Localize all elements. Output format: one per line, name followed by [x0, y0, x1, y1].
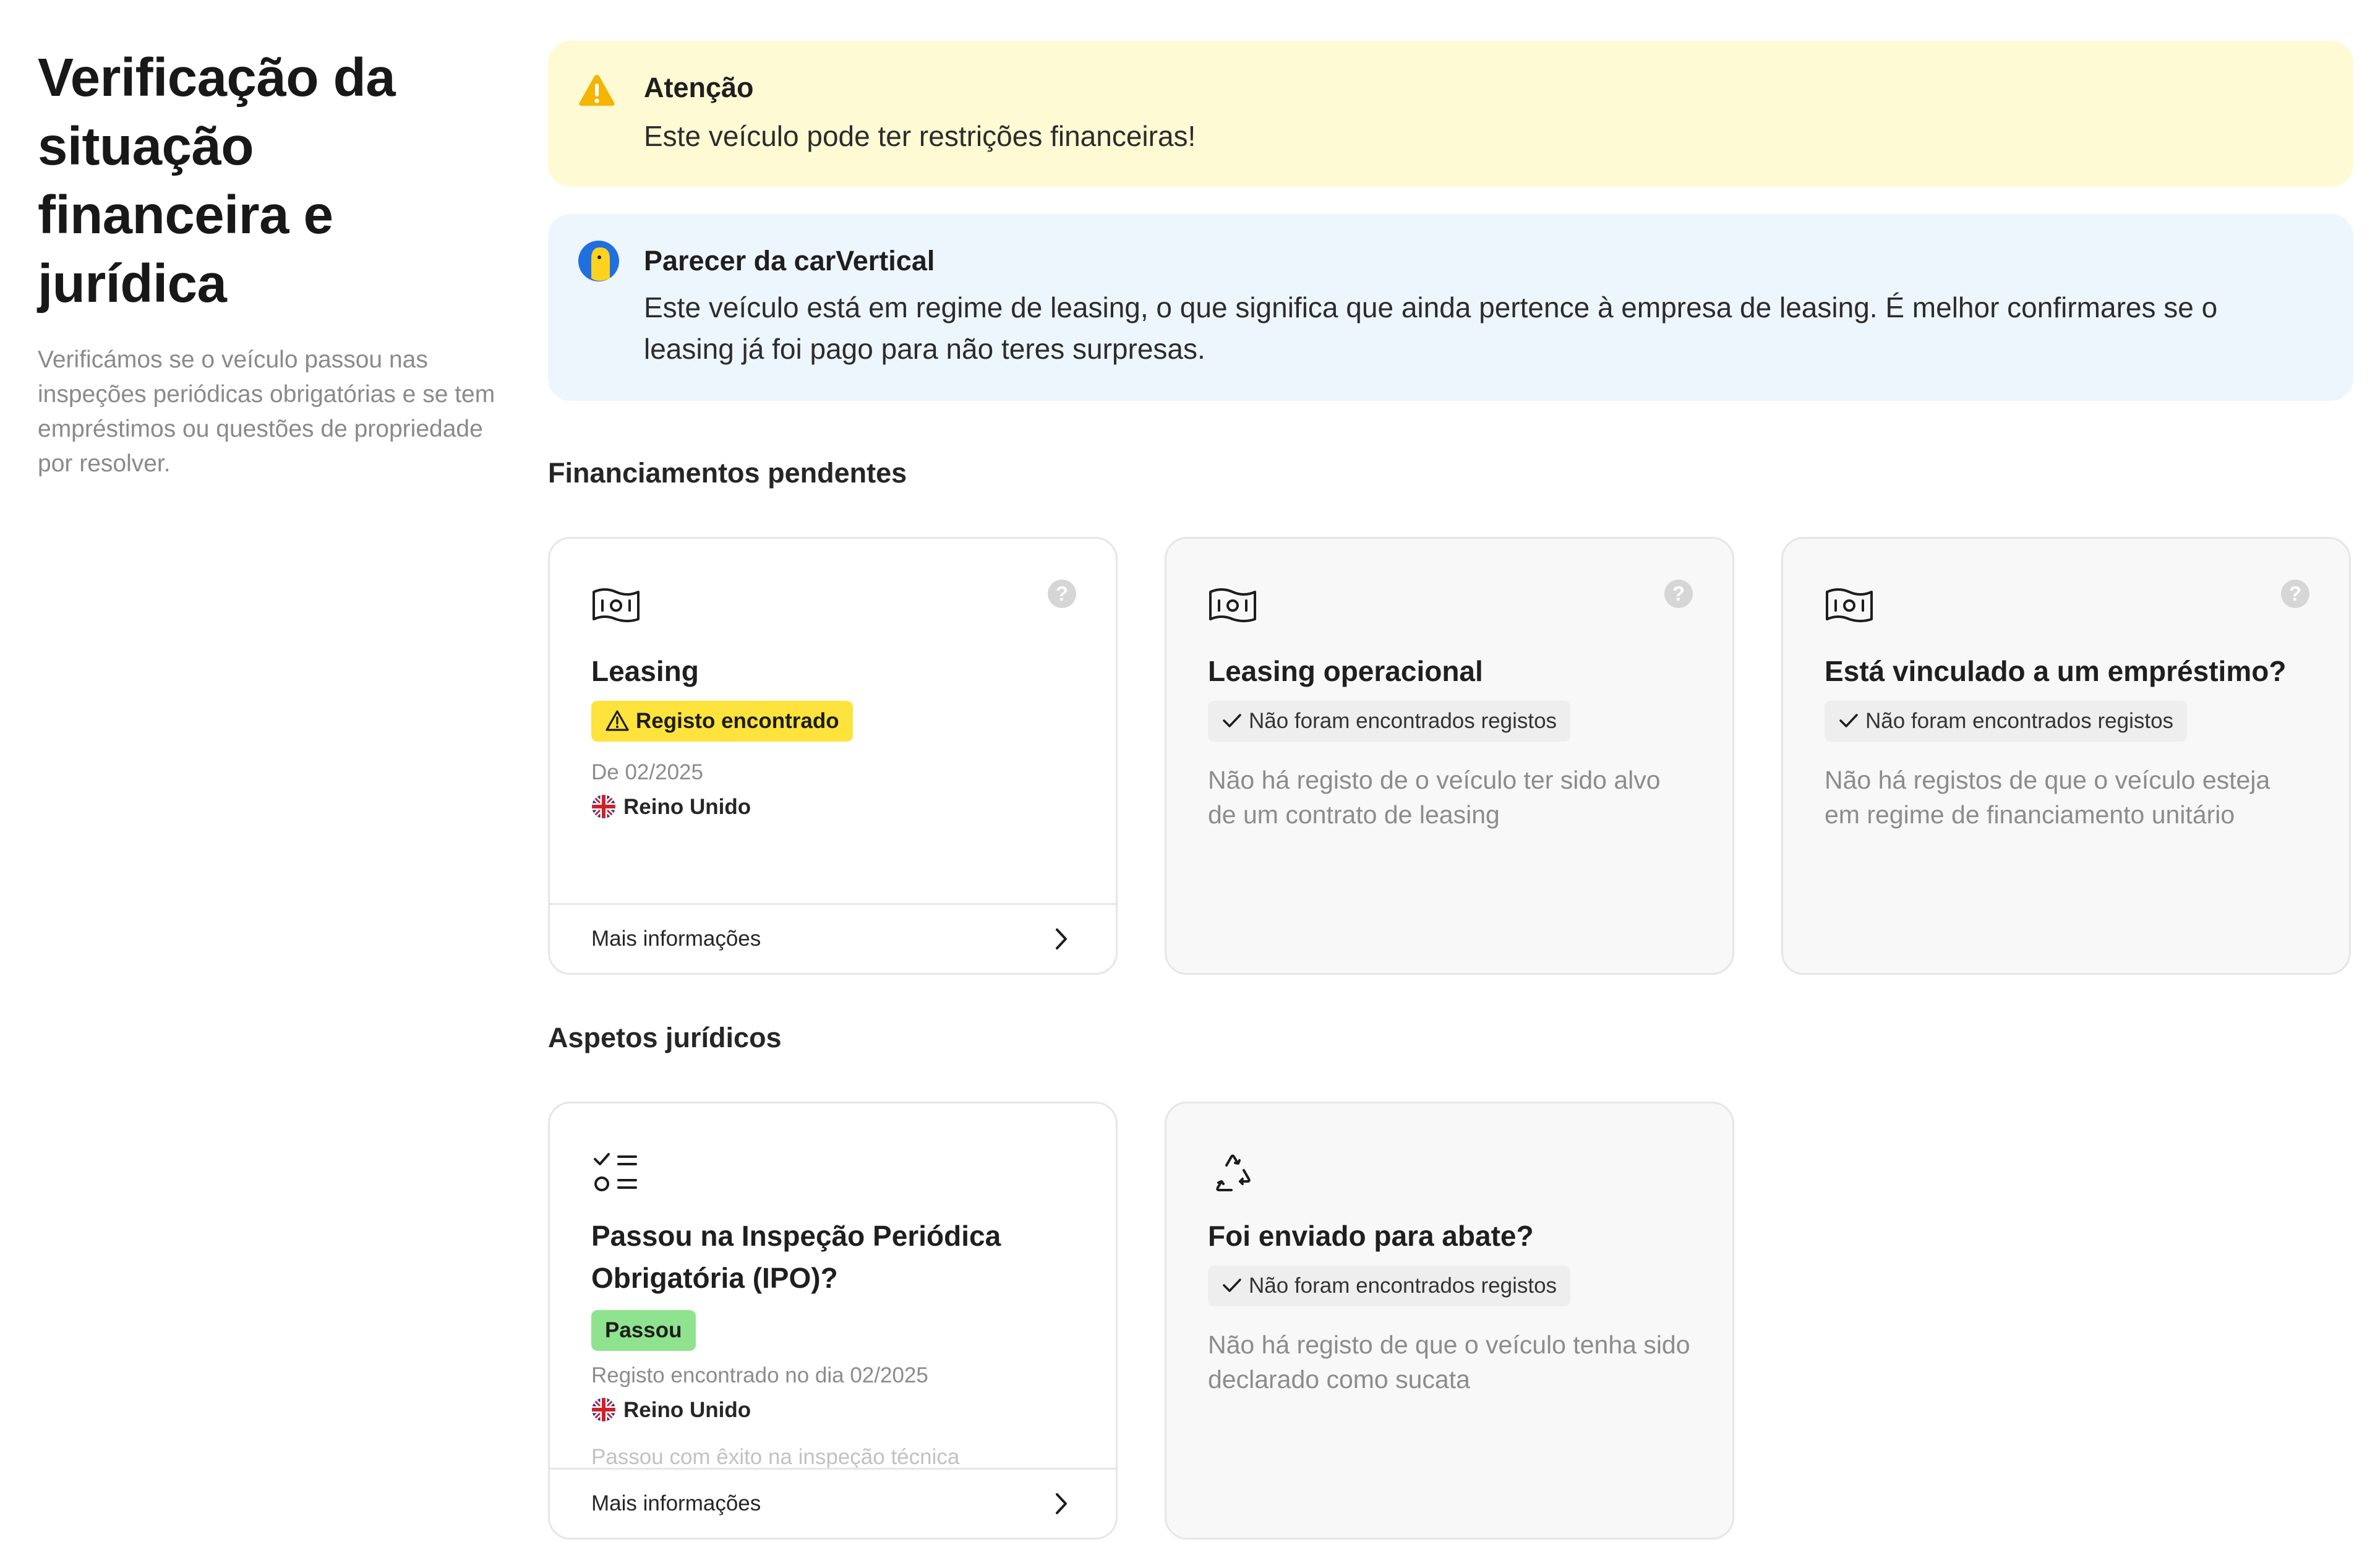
status-badge-record-found: Registo encontrado: [591, 701, 853, 742]
badge-label: Não foram encontrados registos: [1865, 709, 2174, 733]
banknote-icon: [591, 585, 641, 627]
check-icon: [1839, 714, 1858, 727]
page-intro: Verificação da situação financeira e jur…: [38, 43, 495, 481]
carvertical-logo: [578, 240, 620, 285]
chevron-right-icon: [1054, 927, 1069, 954]
check-icon: [1223, 1279, 1241, 1292]
badge-label: Registo encontrado: [636, 709, 839, 733]
more-info-link[interactable]: Mais informações: [550, 903, 1116, 973]
card-title: Leasing: [591, 655, 699, 687]
warning-icon: [606, 710, 629, 731]
opinion-title: Parecer da carVertical: [644, 245, 935, 276]
leasing-card: ? Leasing Registo encontrado De 02/2025 …: [548, 537, 1118, 975]
scrapped-card: Foi enviado para abate? Não foram encont…: [1165, 1102, 1734, 1540]
more-info-label: Mais informações: [591, 927, 761, 951]
inspection-card: Passou na Inspeção Periódica Obrigatória…: [548, 1102, 1118, 1540]
loan-card: ? Está vinculado a um empréstimo? Não fo…: [1781, 537, 2351, 975]
card-title: Leasing operacional: [1208, 655, 1483, 687]
operational-leasing-card: ? Leasing operacional Não foram encontra…: [1165, 537, 1734, 975]
status-badge-no-records: Não foram encontrados registos: [1208, 701, 1571, 742]
card-description: Não há registo de o veículo ter sido alv…: [1208, 766, 1661, 829]
warning-message: Este veículo pode ter restrições finance…: [644, 120, 1196, 152]
country: Reino Unido: [591, 794, 751, 821]
country-name: Reino Unido: [623, 795, 751, 819]
more-info-link[interactable]: Mais informações: [550, 1468, 1116, 1538]
opinion-message: Este veículo está em regime de leasing, …: [644, 291, 2218, 365]
help-icon[interactable]: ?: [1664, 580, 1693, 608]
truncated-note: Passou com êxito na inspeção técnica: [591, 1445, 960, 1469]
more-info-label: Mais informações: [591, 1491, 761, 1515]
warning-title: Atenção: [644, 72, 754, 103]
check-icon: [1223, 714, 1241, 727]
record-date: De 02/2025: [591, 760, 703, 784]
checklist-icon: [591, 1149, 640, 1202]
uk-flag-icon: [592, 1397, 615, 1421]
badge-label: Não foram encontrados registos: [1249, 709, 1557, 733]
card-title: Passou na Inspeção Periódica Obrigatória…: [591, 1220, 1001, 1294]
warning-icon: [578, 73, 616, 111]
recycle-icon: [1208, 1149, 1257, 1202]
main-content: Atenção Este veículo pode ter restrições…: [548, 41, 2353, 401]
chevron-right-icon: [1054, 1492, 1069, 1519]
section-title-legal: Aspetos jurídicos: [548, 1022, 782, 1053]
carvertical-opinion-alert: Parecer da carVertical Este veículo está…: [548, 214, 2353, 401]
section-title-financing: Financiamentos pendentes: [548, 457, 907, 489]
country: Reino Unido: [591, 1397, 751, 1424]
page-description: Verificámos se o veículo passou nas insp…: [38, 346, 495, 477]
status-badge-passed: Passou: [591, 1310, 696, 1351]
uk-flag-icon: [592, 794, 615, 818]
badge-label: Não foram encontrados registos: [1249, 1274, 1557, 1298]
card-title: Está vinculado a um empréstimo?: [1825, 655, 2287, 687]
status-badge-no-records: Não foram encontrados registos: [1208, 1266, 1571, 1306]
country-name: Reino Unido: [623, 1398, 751, 1422]
help-icon[interactable]: ?: [2281, 580, 2309, 608]
banknote-icon: [1208, 585, 1257, 627]
warning-alert: Atenção Este veículo pode ter restrições…: [548, 41, 2353, 187]
banknote-icon: [1825, 585, 1874, 627]
record-date: Registo encontrado no dia 02/2025: [591, 1363, 928, 1387]
card-description: Não há registos de que o veículo esteja …: [1825, 766, 2270, 829]
page-title: Verificação da situação financeira e jur…: [38, 48, 396, 314]
status-badge-no-records: Não foram encontrados registos: [1825, 701, 2188, 742]
card-title: Foi enviado para abate?: [1208, 1220, 1534, 1252]
card-description: Não há registo de que o veículo tenha si…: [1208, 1330, 1690, 1394]
help-icon[interactable]: ?: [1048, 580, 1076, 608]
